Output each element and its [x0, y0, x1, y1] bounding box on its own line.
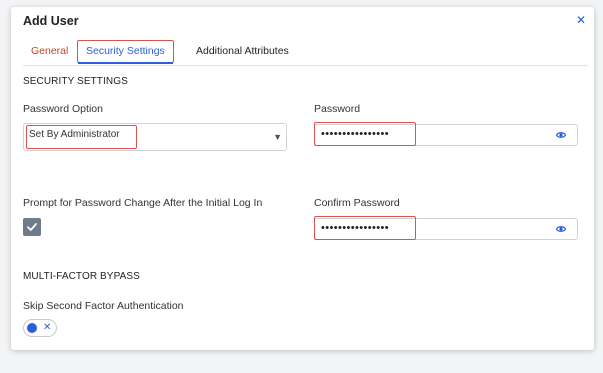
chevron-down-icon: ▼	[273, 132, 282, 142]
close-icon: ✕	[43, 322, 52, 333]
prompt-password-change-checkbox[interactable]	[23, 218, 41, 236]
security-settings-heading: SECURITY SETTINGS	[23, 76, 128, 87]
tab-general[interactable]: General	[31, 40, 68, 62]
add-user-dialog: Add User ✕ General Security Settings Add…	[11, 7, 594, 350]
skip-second-factor-label: Skip Second Factor Authentication	[23, 300, 184, 312]
password-option-value: Set By Administrator	[29, 129, 120, 140]
password-field[interactable]: ••••••••••••••••	[314, 122, 578, 146]
password-value: ••••••••••••••••	[321, 128, 390, 140]
close-icon[interactable]: ✕	[576, 13, 586, 27]
eye-icon[interactable]	[556, 224, 566, 234]
tab-additional-attributes[interactable]: Additional Attributes	[196, 40, 289, 62]
toggle-knob	[27, 323, 37, 333]
eye-icon[interactable]	[556, 130, 566, 140]
password-option-select[interactable]: Set By Administrator ▼	[23, 123, 287, 151]
tab-divider	[23, 65, 588, 66]
dialog-title: Add User	[23, 14, 79, 28]
confirm-password-field[interactable]: ••••••••••••••••	[314, 216, 578, 240]
tab-security-settings[interactable]: Security Settings	[77, 39, 174, 64]
multi-factor-bypass-heading: MULTI-FACTOR BYPASS	[23, 271, 140, 282]
password-option-label: Password Option	[23, 103, 103, 115]
password-label: Password	[314, 103, 361, 115]
prompt-password-change-label: Prompt for Password Change After the Ini…	[23, 197, 263, 209]
skip-second-factor-toggle[interactable]: ✕	[23, 319, 57, 337]
confirm-password-label: Confirm Password	[314, 197, 400, 209]
confirm-password-value: ••••••••••••••••	[321, 222, 390, 234]
check-icon	[27, 223, 37, 231]
